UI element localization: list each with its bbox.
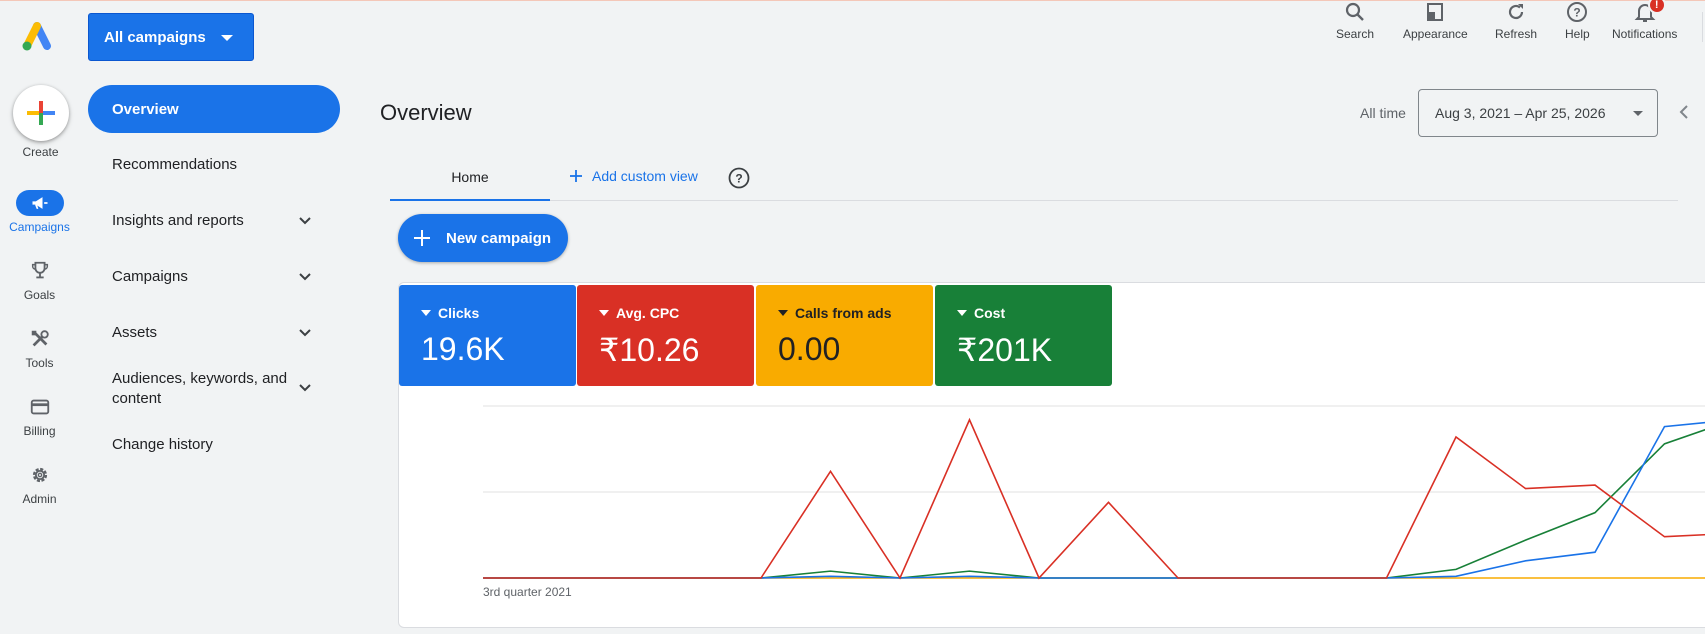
nav-item-overview[interactable]: Overview <box>88 85 340 133</box>
help-action-label: Help <box>1565 27 1590 41</box>
chevron-down-icon[interactable] <box>297 380 313 396</box>
nav-item-audiences-keywords-content[interactable]: Audiences, keywords, and content <box>112 369 292 409</box>
appearance-action-label: Appearance <box>1403 27 1468 41</box>
trophy-icon <box>31 261 48 279</box>
appearance-icon <box>1427 3 1444 21</box>
rail-item-admin[interactable]: Admin <box>0 462 79 506</box>
rail-label-goals: Goals <box>23 288 56 302</box>
rail-item-tools[interactable]: Tools <box>0 326 79 370</box>
create-label: Create <box>22 145 59 159</box>
search-action-label: Search <box>1336 27 1375 41</box>
svg-text:?: ? <box>1574 6 1581 20</box>
tools-icon <box>31 330 49 347</box>
refresh-action[interactable]: Refresh <box>1495 0 1537 41</box>
series-line-avg-cpc <box>483 417 1705 580</box>
campaign-selector-label: All campaigns <box>104 28 206 46</box>
series-line-cost <box>483 428 1705 579</box>
billing-pill <box>16 394 64 420</box>
rail-item-billing[interactable]: Billing <box>0 394 79 438</box>
svg-text:?: ? <box>735 172 742 186</box>
chevron-down-icon[interactable] <box>297 213 313 229</box>
new-campaign-button[interactable]: New campaign <box>398 214 568 262</box>
date-preset-label: All time <box>1360 105 1406 121</box>
rail-label-billing: Billing <box>23 424 56 438</box>
gear-icon <box>32 467 47 483</box>
admin-pill <box>16 462 64 488</box>
line-chart <box>483 405 1705 580</box>
chevron-down-icon[interactable] <box>297 269 313 285</box>
goals-pill <box>16 258 64 284</box>
header-divider <box>1702 12 1703 42</box>
refresh-icon <box>1508 4 1524 20</box>
campaigns-pill <box>15 190 64 216</box>
help-action[interactable]: ? Help <box>1565 0 1590 41</box>
add-custom-view-link[interactable]: Add custom view <box>568 168 698 184</box>
campaigns-icon <box>32 197 47 209</box>
dropdown-caret-icon <box>1633 111 1643 116</box>
nav-item-insights-and-reports[interactable]: Insights and reports <box>112 211 317 231</box>
help-icon: ? <box>1567 2 1588 22</box>
page-title: Overview <box>380 100 472 125</box>
notification-badge: ! <box>1647 0 1666 14</box>
rail-label-admin: Admin <box>22 492 57 506</box>
nav-item-change-history[interactable]: Change history <box>112 435 317 455</box>
dropdown-caret-icon <box>221 35 233 41</box>
date-range-picker[interactable]: Aug 3, 2021 – Apr 25, 2026 <box>1418 89 1658 137</box>
nav-item-assets[interactable]: Assets <box>112 323 317 343</box>
refresh-action-label: Refresh <box>1495 27 1538 41</box>
billing-icon <box>30 399 49 415</box>
nav-item-recommendations[interactable]: Recommendations <box>112 155 317 175</box>
help-circle-icon[interactable]: ? <box>728 167 750 189</box>
campaign-selector[interactable]: All campaigns <box>88 13 254 61</box>
series-line-clicks <box>483 421 1705 579</box>
search-icon <box>1345 2 1364 21</box>
plus-icon <box>570 170 582 182</box>
rail-label-tools: Tools <box>25 356 54 370</box>
create-button[interactable] <box>13 85 69 141</box>
notifications-action[interactable]: ! Notifications <box>1612 0 1677 41</box>
tab-home[interactable]: Home <box>390 160 550 201</box>
tabs-divider <box>390 200 1678 201</box>
new-campaign-label: New campaign <box>446 229 552 247</box>
appearance-action[interactable]: Appearance <box>1403 0 1468 41</box>
add-custom-view-label: Add custom view <box>592 168 698 184</box>
x-axis-start-label: 3rd quarter 2021 <box>483 585 572 599</box>
rail-item-campaigns[interactable]: Campaigns <box>0 190 79 234</box>
rail-label-campaigns: Campaigns <box>9 220 70 234</box>
notifications-action-label: Notifications <box>1612 27 1678 41</box>
tools-pill <box>16 326 64 352</box>
plus-icon <box>414 230 430 246</box>
chevron-left-icon[interactable] <box>1676 104 1692 120</box>
search-action[interactable]: Search <box>1336 0 1374 41</box>
performance-chart-card: Clicks 19.6K Avg. CPC ₹10.26 Calls from … <box>398 282 1705 628</box>
nav-item-campaigns[interactable]: Campaigns <box>112 267 317 287</box>
date-range-value: Aug 3, 2021 – Apr 25, 2026 <box>1435 105 1606 121</box>
chevron-down-icon[interactable] <box>297 325 313 341</box>
rail-item-goals[interactable]: Goals <box>0 258 79 302</box>
google-ads-logo[interactable] <box>20 20 54 54</box>
plus-color-icon <box>27 101 55 125</box>
